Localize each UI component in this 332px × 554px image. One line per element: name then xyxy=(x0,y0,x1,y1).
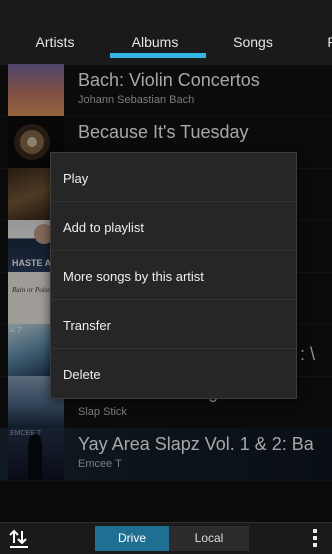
menu-item-more-songs[interactable]: More songs by this artist xyxy=(51,251,296,300)
local-toggle-button[interactable]: Local xyxy=(169,526,249,551)
menu-item-add-to-playlist[interactable]: Add to playlist xyxy=(51,202,296,251)
menu-item-label: More songs by this artist xyxy=(63,269,204,284)
menu-item-play[interactable]: Play xyxy=(51,153,296,202)
tab-playlists-partial[interactable]: P xyxy=(327,34,332,50)
menu-item-delete[interactable]: Delete xyxy=(51,349,296,397)
menu-item-transfer[interactable]: Transfer xyxy=(51,300,296,349)
tab-artists[interactable]: Artists xyxy=(36,34,75,50)
menu-item-label: Play xyxy=(63,171,89,186)
drive-toggle-button[interactable]: Drive xyxy=(95,526,169,551)
overflow-menu-icon[interactable] xyxy=(312,529,318,549)
bottom-bar: Drive Local xyxy=(0,522,332,554)
tab-songs[interactable]: Songs xyxy=(233,34,273,50)
menu-item-label: Add to playlist xyxy=(63,220,144,235)
menu-item-label: Delete xyxy=(63,367,101,382)
menu-item-label: Transfer xyxy=(63,318,111,333)
tab-albums[interactable]: Albums xyxy=(132,34,179,50)
tab-bar: Artists Albums Songs P xyxy=(0,0,332,65)
active-tab-indicator xyxy=(110,53,206,58)
album-context-menu: Play Add to playlist More songs by this … xyxy=(50,152,297,399)
sort-icon-graphic xyxy=(9,529,28,548)
sort-icon[interactable] xyxy=(8,529,30,549)
